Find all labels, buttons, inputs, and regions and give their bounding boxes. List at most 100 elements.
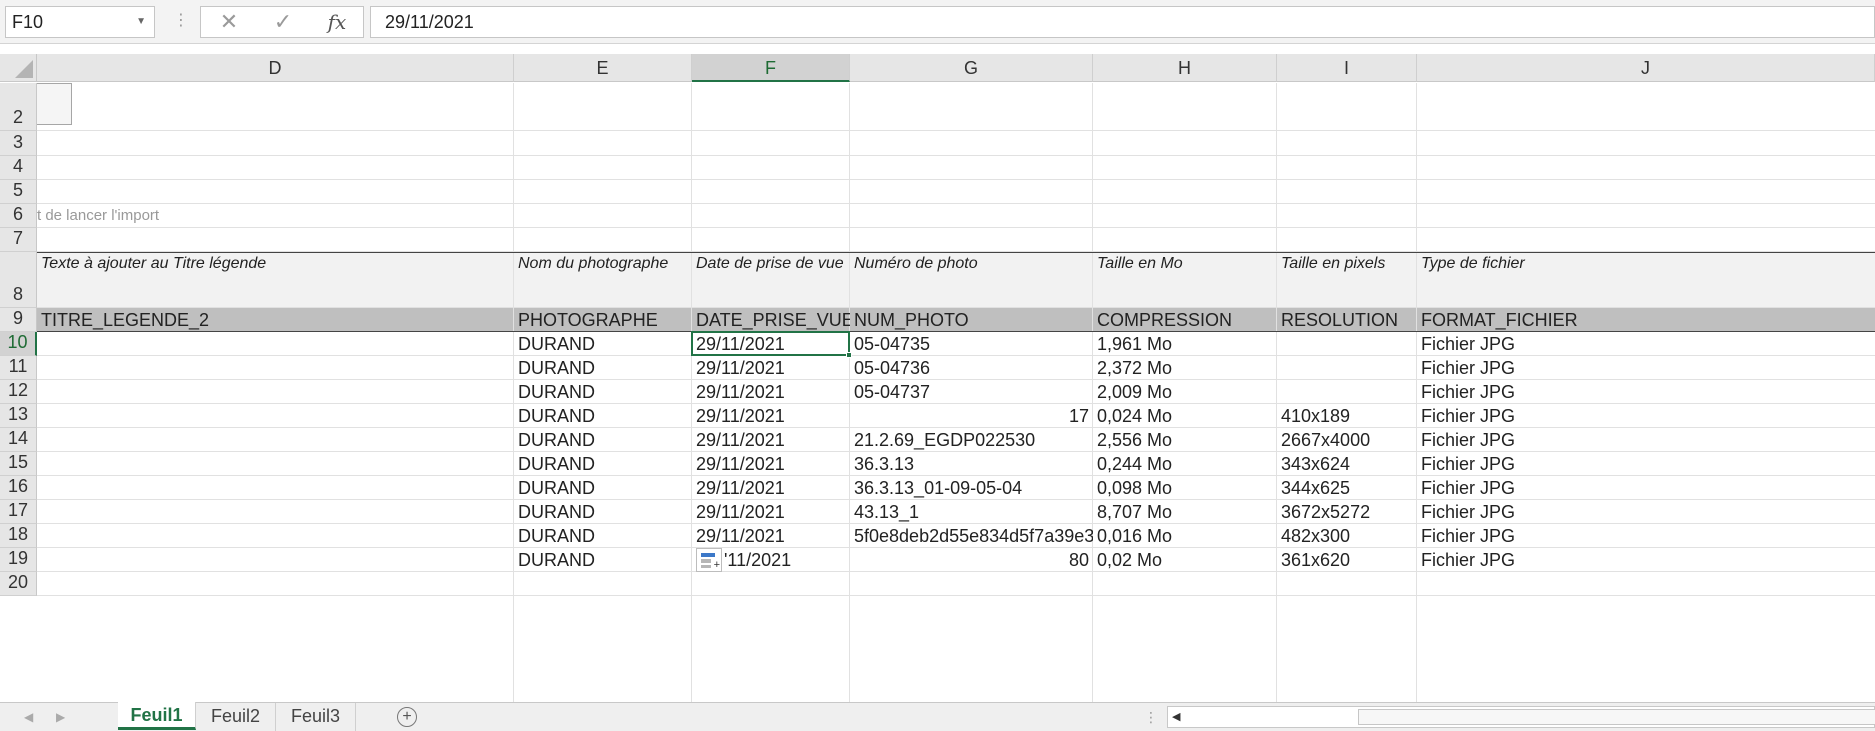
sheet-tab-feuil2[interactable]: Feuil2 — [196, 703, 276, 731]
cell-e17[interactable]: DURAND — [514, 500, 692, 524]
row-header-9[interactable]: 9 — [0, 308, 37, 332]
cell-d11[interactable] — [37, 356, 514, 380]
cell-d18[interactable] — [37, 524, 514, 548]
cell-f15[interactable]: 29/11/2021 — [692, 452, 850, 476]
sheet-tab-feuil3[interactable]: Feuil3 — [276, 703, 356, 731]
row-header-4[interactable]: 4 — [0, 156, 37, 180]
header-cell-h[interactable]: COMPRESSION — [1093, 308, 1277, 332]
row-header-18[interactable]: 18 — [0, 524, 37, 548]
formula-input[interactable]: 29/11/2021 — [370, 6, 1875, 38]
add-sheet-button[interactable]: + — [397, 707, 417, 727]
cell-f16[interactable]: 29/11/2021 — [692, 476, 850, 500]
description-cell-i[interactable]: Taille en pixels — [1277, 253, 1417, 275]
select-all-button[interactable] — [0, 54, 37, 82]
row-header-20[interactable]: 20 — [0, 572, 37, 596]
cell-f11[interactable]: 29/11/2021 — [692, 356, 850, 380]
cell-g11[interactable]: 05-04736 — [850, 356, 1093, 380]
row-header-10[interactable]: 10 — [0, 332, 37, 356]
cell-g10[interactable]: 05-04735 — [850, 332, 1093, 356]
cell-j11[interactable]: Fichier JPG — [1417, 356, 1579, 380]
cell-j18[interactable]: Fichier JPG — [1417, 524, 1579, 548]
cell-h13[interactable]: 0,024 Mo — [1093, 404, 1277, 428]
paste-options-icon[interactable]: + — [696, 548, 722, 572]
cell-g18[interactable]: 5f0e8deb2d55e834d5f7a39e36c — [850, 524, 1093, 548]
cell-g13[interactable]: 17 — [850, 404, 1093, 428]
cell-j15[interactable]: Fichier JPG — [1417, 452, 1579, 476]
chevron-down-icon[interactable]: ▼ — [136, 7, 146, 37]
cell-j14[interactable]: Fichier JPG — [1417, 428, 1579, 452]
cell-j19[interactable]: Fichier JPG — [1417, 548, 1579, 572]
cell-h14[interactable]: 2,556 Mo — [1093, 428, 1277, 452]
cell-i14[interactable]: 2667x4000 — [1277, 428, 1417, 452]
row-header-6[interactable]: 6 — [0, 204, 37, 228]
cell-e12[interactable]: DURAND — [514, 380, 692, 404]
row-header-2[interactable]: 2 — [0, 83, 37, 131]
cell-g15[interactable]: 36.3.13 — [850, 452, 1093, 476]
cell-i12[interactable] — [1277, 380, 1417, 404]
cell-i11[interactable] — [1277, 356, 1417, 380]
sheet-nav-prev-icon[interactable]: ◀ — [24, 706, 33, 728]
column-header-i[interactable]: I — [1277, 54, 1417, 82]
cell-h12[interactable]: 2,009 Mo — [1093, 380, 1277, 404]
description-cell-e[interactable]: Nom du photographe — [514, 253, 692, 275]
cell-f18[interactable]: 29/11/2021 — [692, 524, 850, 548]
column-header-h[interactable]: H — [1093, 54, 1277, 82]
cell-j10[interactable]: Fichier JPG — [1417, 332, 1579, 356]
row-header-15[interactable]: 15 — [0, 452, 37, 476]
active-cell-selection[interactable] — [691, 331, 852, 358]
cell-g17[interactable]: 43.13_1 — [850, 500, 1093, 524]
row-header-8[interactable]: 8 — [0, 252, 37, 308]
cell-f17[interactable]: 29/11/2021 — [692, 500, 850, 524]
row-header-12[interactable]: 12 — [0, 380, 37, 404]
column-header-f[interactable]: F — [692, 54, 850, 82]
header-cell-j[interactable]: FORMAT_FICHIER — [1417, 308, 1579, 332]
fill-handle[interactable] — [846, 352, 852, 358]
cell-e15[interactable]: DURAND — [514, 452, 692, 476]
cell-d12[interactable] — [37, 380, 514, 404]
cell-e18[interactable]: DURAND — [514, 524, 692, 548]
description-cell-d[interactable]: Texte à ajouter au Titre légende — [37, 253, 514, 275]
row-header-5[interactable]: 5 — [0, 180, 37, 204]
cell-e14[interactable]: DURAND — [514, 428, 692, 452]
header-cell-g[interactable]: NUM_PHOTO — [850, 308, 1093, 332]
cell-j12[interactable]: Fichier JPG — [1417, 380, 1579, 404]
cell-e19[interactable]: DURAND — [514, 548, 692, 572]
cell-d16[interactable] — [37, 476, 514, 500]
header-cell-e[interactable]: PHOTOGRAPHE — [514, 308, 692, 332]
name-box[interactable]: F10 ▼ — [5, 6, 155, 38]
row-header-11[interactable]: 11 — [0, 356, 37, 380]
horizontal-scrollbar[interactable]: ◀ — [1167, 706, 1875, 728]
cell-e10[interactable]: DURAND — [514, 332, 692, 356]
column-header-g[interactable]: G — [850, 54, 1093, 82]
row-header-16[interactable]: 16 — [0, 476, 37, 500]
cell-d10[interactable] — [37, 332, 514, 356]
column-header-d[interactable]: D — [37, 54, 514, 82]
cell-g14[interactable]: 21.2.69_EGDP022530 — [850, 428, 1093, 452]
cell-g12[interactable]: 05-04737 — [850, 380, 1093, 404]
scroll-left-icon[interactable]: ◀ — [1172, 707, 1180, 727]
import-button-shape[interactable] — [37, 83, 72, 125]
sheet-tab-feuil1[interactable]: Feuil1 — [118, 702, 196, 730]
cell-j16[interactable]: Fichier JPG — [1417, 476, 1579, 500]
header-cell-d[interactable]: TITRE_LEGENDE_2 — [37, 308, 514, 332]
spreadsheet-grid[interactable]: DEFGHIJ 2 3 4 5 6 7 8 9 10 11 12 13 14 15 16 17 18 19 20 t… — [0, 54, 1875, 702]
row-header-14[interactable]: 14 — [0, 428, 37, 452]
sheet-nav-next-icon[interactable]: ▶ — [56, 706, 65, 728]
cell-h15[interactable]: 0,244 Mo — [1093, 452, 1277, 476]
row-header-13[interactable]: 13 — [0, 404, 37, 428]
cell-f13[interactable]: 29/11/2021 — [692, 404, 850, 428]
confirm-icon[interactable]: ✓ — [263, 7, 303, 37]
description-cell-j[interactable]: Type de fichier — [1417, 253, 1579, 275]
cell-area[interactable]: t de lancer l'import Texte à ajouter au T… — [37, 83, 1875, 702]
cell-d13[interactable] — [37, 404, 514, 428]
cell-f14[interactable]: 29/11/2021 — [692, 428, 850, 452]
header-cell-i[interactable]: RESOLUTION — [1277, 308, 1417, 332]
row-header-3[interactable]: 3 — [0, 131, 37, 156]
description-cell-h[interactable]: Taille en Mo — [1093, 253, 1277, 275]
cell-d19[interactable] — [37, 548, 514, 572]
cell-e11[interactable]: DURAND — [514, 356, 692, 380]
cell-j17[interactable]: Fichier JPG — [1417, 500, 1579, 524]
cell-g19[interactable]: 80 — [850, 548, 1093, 572]
cell-h16[interactable]: 0,098 Mo — [1093, 476, 1277, 500]
description-cell-f[interactable]: Date de prise de vue — [692, 253, 850, 275]
